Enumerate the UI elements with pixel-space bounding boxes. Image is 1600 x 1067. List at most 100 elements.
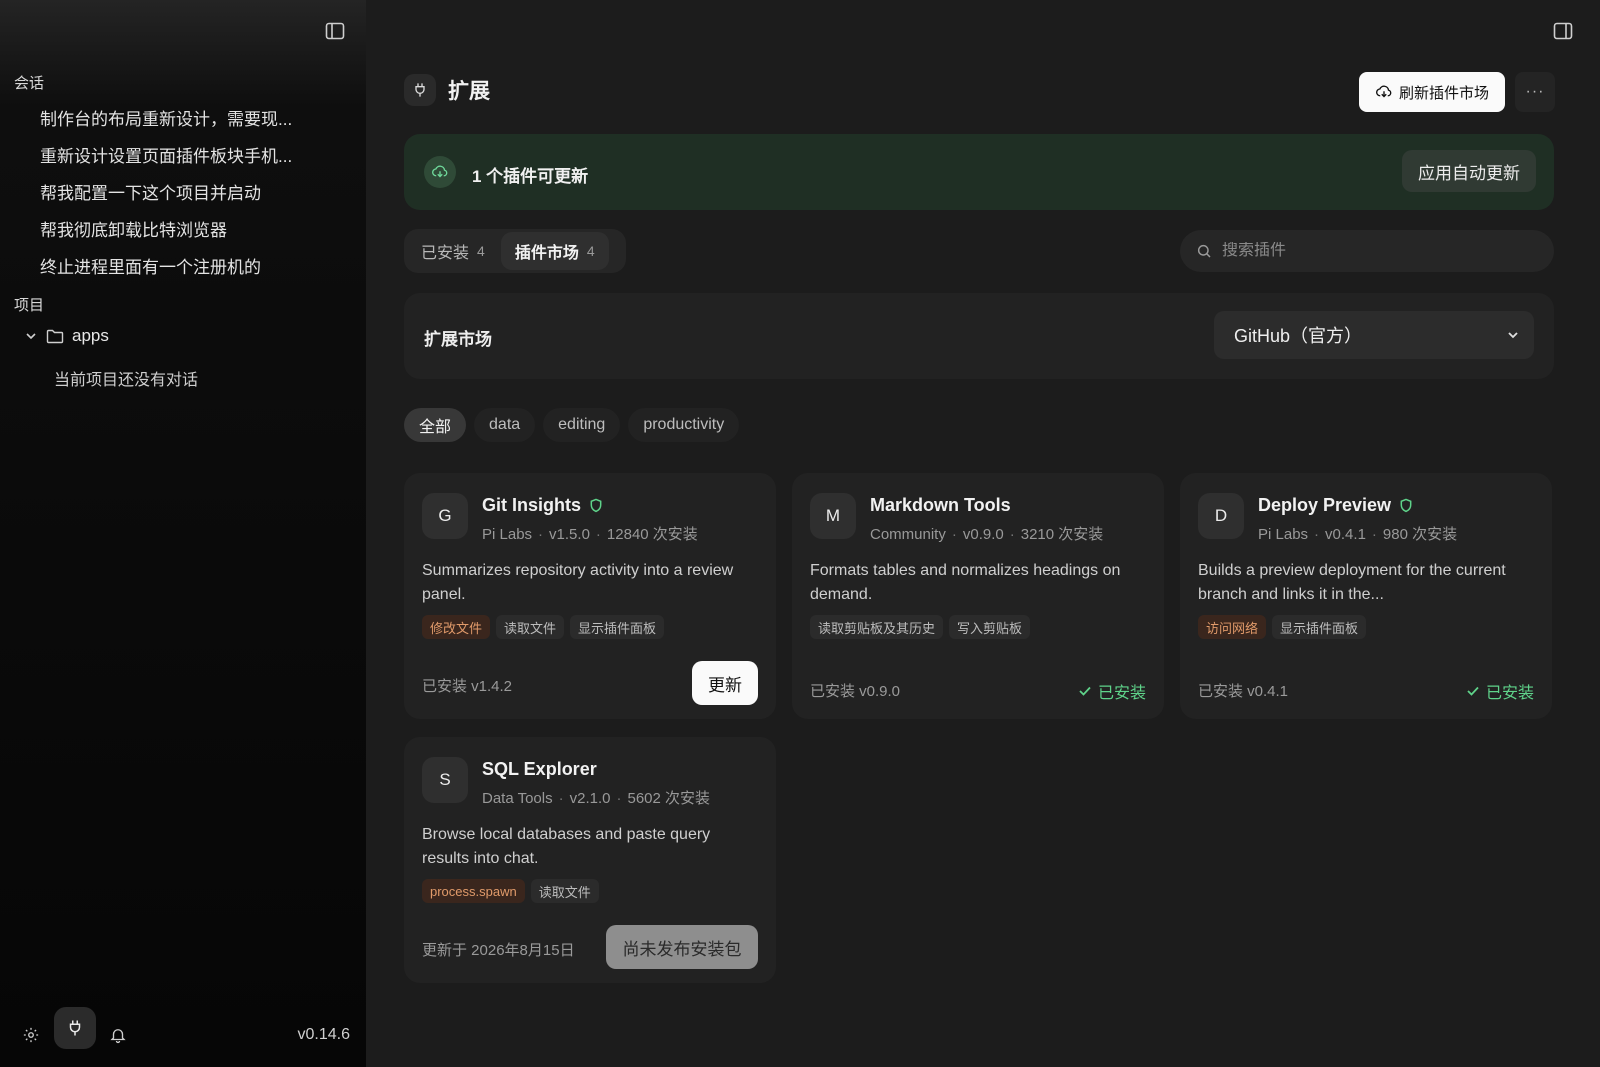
gear-icon xyxy=(23,1027,39,1043)
plugin-installed-version: 已安装 v1.4.2 xyxy=(422,678,513,695)
plugin-installed-status: 已安装 xyxy=(1078,679,1146,703)
page-title: 扩展 xyxy=(448,80,490,103)
project-empty-text: 当前项目还没有对话 xyxy=(54,372,199,389)
folder-icon xyxy=(46,329,64,344)
market-source-select[interactable]: GitHub（官方） xyxy=(1214,311,1534,359)
extension-tabs: 已安装 4 插件市场 4 xyxy=(404,229,626,273)
plugin-version: v1.5.0 xyxy=(549,526,590,543)
category-filters: 全部 data editing productivity xyxy=(404,408,740,442)
plugin-update-button[interactable]: 更新 xyxy=(692,661,758,705)
plugin-avatar: S xyxy=(422,757,468,803)
plugin-installed-status: 已安装 xyxy=(1466,679,1534,703)
sidebar: 会话 制作台的布局重新设计，需要现... 重新设计设置页面插件板块手机... 帮… xyxy=(0,0,366,1067)
plugin-name: SQL Explorer xyxy=(482,759,597,780)
plugin-card-git-insights: G Git Insights Pi Labs · v1.5.0 · 12840 次安装 … xyxy=(404,473,776,719)
plugin-description: Builds a preview deployment for the curr… xyxy=(1198,562,1506,603)
plugin-permissions: 访问网络 显示插件面板 xyxy=(1198,615,1367,639)
bell-icon xyxy=(110,1029,126,1044)
plugin-permissions: 修改文件 读取文件 显示插件面板 xyxy=(422,615,665,639)
plugin-updated-date: 更新于 2026年8月15日 xyxy=(422,942,575,959)
plugin-permissions: process.spawn 读取文件 xyxy=(422,879,599,903)
market-source-value: GitHub（官方） xyxy=(1234,326,1363,346)
more-options-button[interactable]: ··· xyxy=(1515,72,1555,112)
plugin-permissions: 读取剪贴板及其历史 写入剪贴板 xyxy=(810,615,1031,639)
market-title: 扩展市场 xyxy=(424,330,492,349)
plugin-avatar: M xyxy=(810,493,856,539)
installed-label: 已安装 xyxy=(1097,685,1146,702)
plugin-version: v2.1.0 xyxy=(569,790,611,807)
plugin-meta: Community · v0.9.0 · 3210 次安装 xyxy=(870,526,1104,543)
tab-count: 4 xyxy=(477,243,485,259)
plugin-installed-version: 已安装 v0.9.0 xyxy=(810,683,901,700)
plugin-author: Community xyxy=(870,526,946,543)
plugin-card-deploy-preview: D Deploy Preview Pi Labs · v0.4.1 · 980 次安装 … xyxy=(1180,473,1552,719)
settings-button[interactable] xyxy=(10,1014,52,1056)
plugin-name-text: Deploy Preview xyxy=(1258,495,1392,515)
verified-shield-icon xyxy=(590,498,602,513)
conversation-item[interactable]: 帮我配置一下这个项目并启动 xyxy=(40,179,261,204)
projects-heading: 项目 xyxy=(14,297,45,314)
plugin-card-sql-explorer: S SQL Explorer Data Tools · v2.1.0 · 5602 次安… xyxy=(404,737,776,983)
plugin-avatar: G xyxy=(422,493,468,539)
check-icon xyxy=(1079,686,1091,696)
filter-productivity[interactable]: productivity xyxy=(628,408,740,442)
more-icon: ··· xyxy=(1525,83,1545,100)
apply-auto-update-button[interactable]: 应用自动更新 xyxy=(1402,150,1536,192)
refresh-market-label: 刷新插件市场 xyxy=(1398,84,1489,102)
plug-icon xyxy=(404,74,436,106)
search-input[interactable] xyxy=(1222,242,1522,260)
sidebar-toggle-icon[interactable] xyxy=(324,20,346,42)
plugin-installs: 980 次安装 xyxy=(1382,526,1458,543)
project-folder-apps[interactable]: apps xyxy=(24,326,109,346)
market-source-panel: 扩展市场 GitHub（官方） xyxy=(404,293,1554,379)
permission-badge: process.spawn xyxy=(422,879,525,903)
main-content: 扩展 刷新插件市场 ··· 1 个插件可更新 应用自动更新 已安装 4 插件市场… xyxy=(366,0,1600,1067)
plugin-name: Deploy Preview xyxy=(1258,495,1413,516)
permission-badge: 显示插件面板 xyxy=(1272,615,1367,639)
conversation-item[interactable]: 重新设计设置页面插件板块手机... xyxy=(40,142,292,167)
permission-badge: 显示插件面板 xyxy=(570,615,665,639)
update-banner: 1 个插件可更新 应用自动更新 xyxy=(404,134,1554,210)
conversation-item[interactable]: 帮我彻底卸载比特浏览器 xyxy=(40,216,227,241)
refresh-market-button[interactable]: 刷新插件市场 xyxy=(1359,72,1505,112)
plug-icon xyxy=(69,1020,81,1036)
filter-editing[interactable]: editing xyxy=(543,408,621,442)
folder-name: apps xyxy=(72,326,109,345)
right-panel-toggle-icon[interactable] xyxy=(1552,20,1574,42)
plugin-version: v0.4.1 xyxy=(1325,526,1366,543)
no-package-button[interactable]: 尚未发布安装包 xyxy=(606,925,758,969)
filter-data[interactable]: data xyxy=(474,408,536,442)
check-icon xyxy=(1467,686,1479,696)
cloud-download-icon xyxy=(1376,85,1392,98)
tab-marketplace[interactable]: 插件市场 4 xyxy=(500,232,609,270)
plugin-name-text: SQL Explorer xyxy=(482,759,597,779)
permission-badge: 访问网络 xyxy=(1198,615,1267,639)
conversation-item[interactable]: 终止进程里面有一个注册机的 xyxy=(40,253,261,278)
plugin-installs: 3210 次安装 xyxy=(1020,526,1104,543)
plugin-installs: 5602 次安装 xyxy=(627,790,711,807)
chevron-down-icon xyxy=(1508,332,1518,339)
app-version: v0.14.6 xyxy=(297,1026,350,1043)
tab-installed[interactable]: 已安装 4 xyxy=(407,232,499,270)
plugin-name-text: Markdown Tools xyxy=(870,495,1011,515)
chevron-down-icon xyxy=(26,333,36,340)
plugin-avatar: D xyxy=(1198,493,1244,539)
tab-label: 已安装 xyxy=(421,245,470,262)
filter-all[interactable]: 全部 xyxy=(404,408,467,442)
conversation-item[interactable]: 制作台的布局重新设计，需要现... xyxy=(40,105,292,130)
search-icon xyxy=(1197,244,1211,258)
permission-badge: 读取剪贴板及其历史 xyxy=(810,615,944,639)
plugin-description: Formats tables and normalizes headings o… xyxy=(810,562,1121,603)
page-header: 扩展 xyxy=(404,74,490,106)
plugin-description: Summarizes repository activity into a re… xyxy=(422,562,734,603)
conversations-heading: 会话 xyxy=(14,75,45,92)
plugin-version: v0.9.0 xyxy=(962,526,1004,543)
plugin-name: Markdown Tools xyxy=(870,495,1011,516)
sidebar-footer: v0.14.6 xyxy=(14,1007,350,1058)
plugin-meta: Pi Labs · v0.4.1 · 980 次安装 xyxy=(1258,526,1458,543)
plugin-name-text: Git Insights xyxy=(482,495,581,515)
notifications-button[interactable] xyxy=(97,1014,139,1056)
verified-shield-icon xyxy=(1400,498,1412,513)
extensions-button[interactable] xyxy=(54,1007,96,1049)
plugin-installs: 12840 次安装 xyxy=(606,526,698,543)
